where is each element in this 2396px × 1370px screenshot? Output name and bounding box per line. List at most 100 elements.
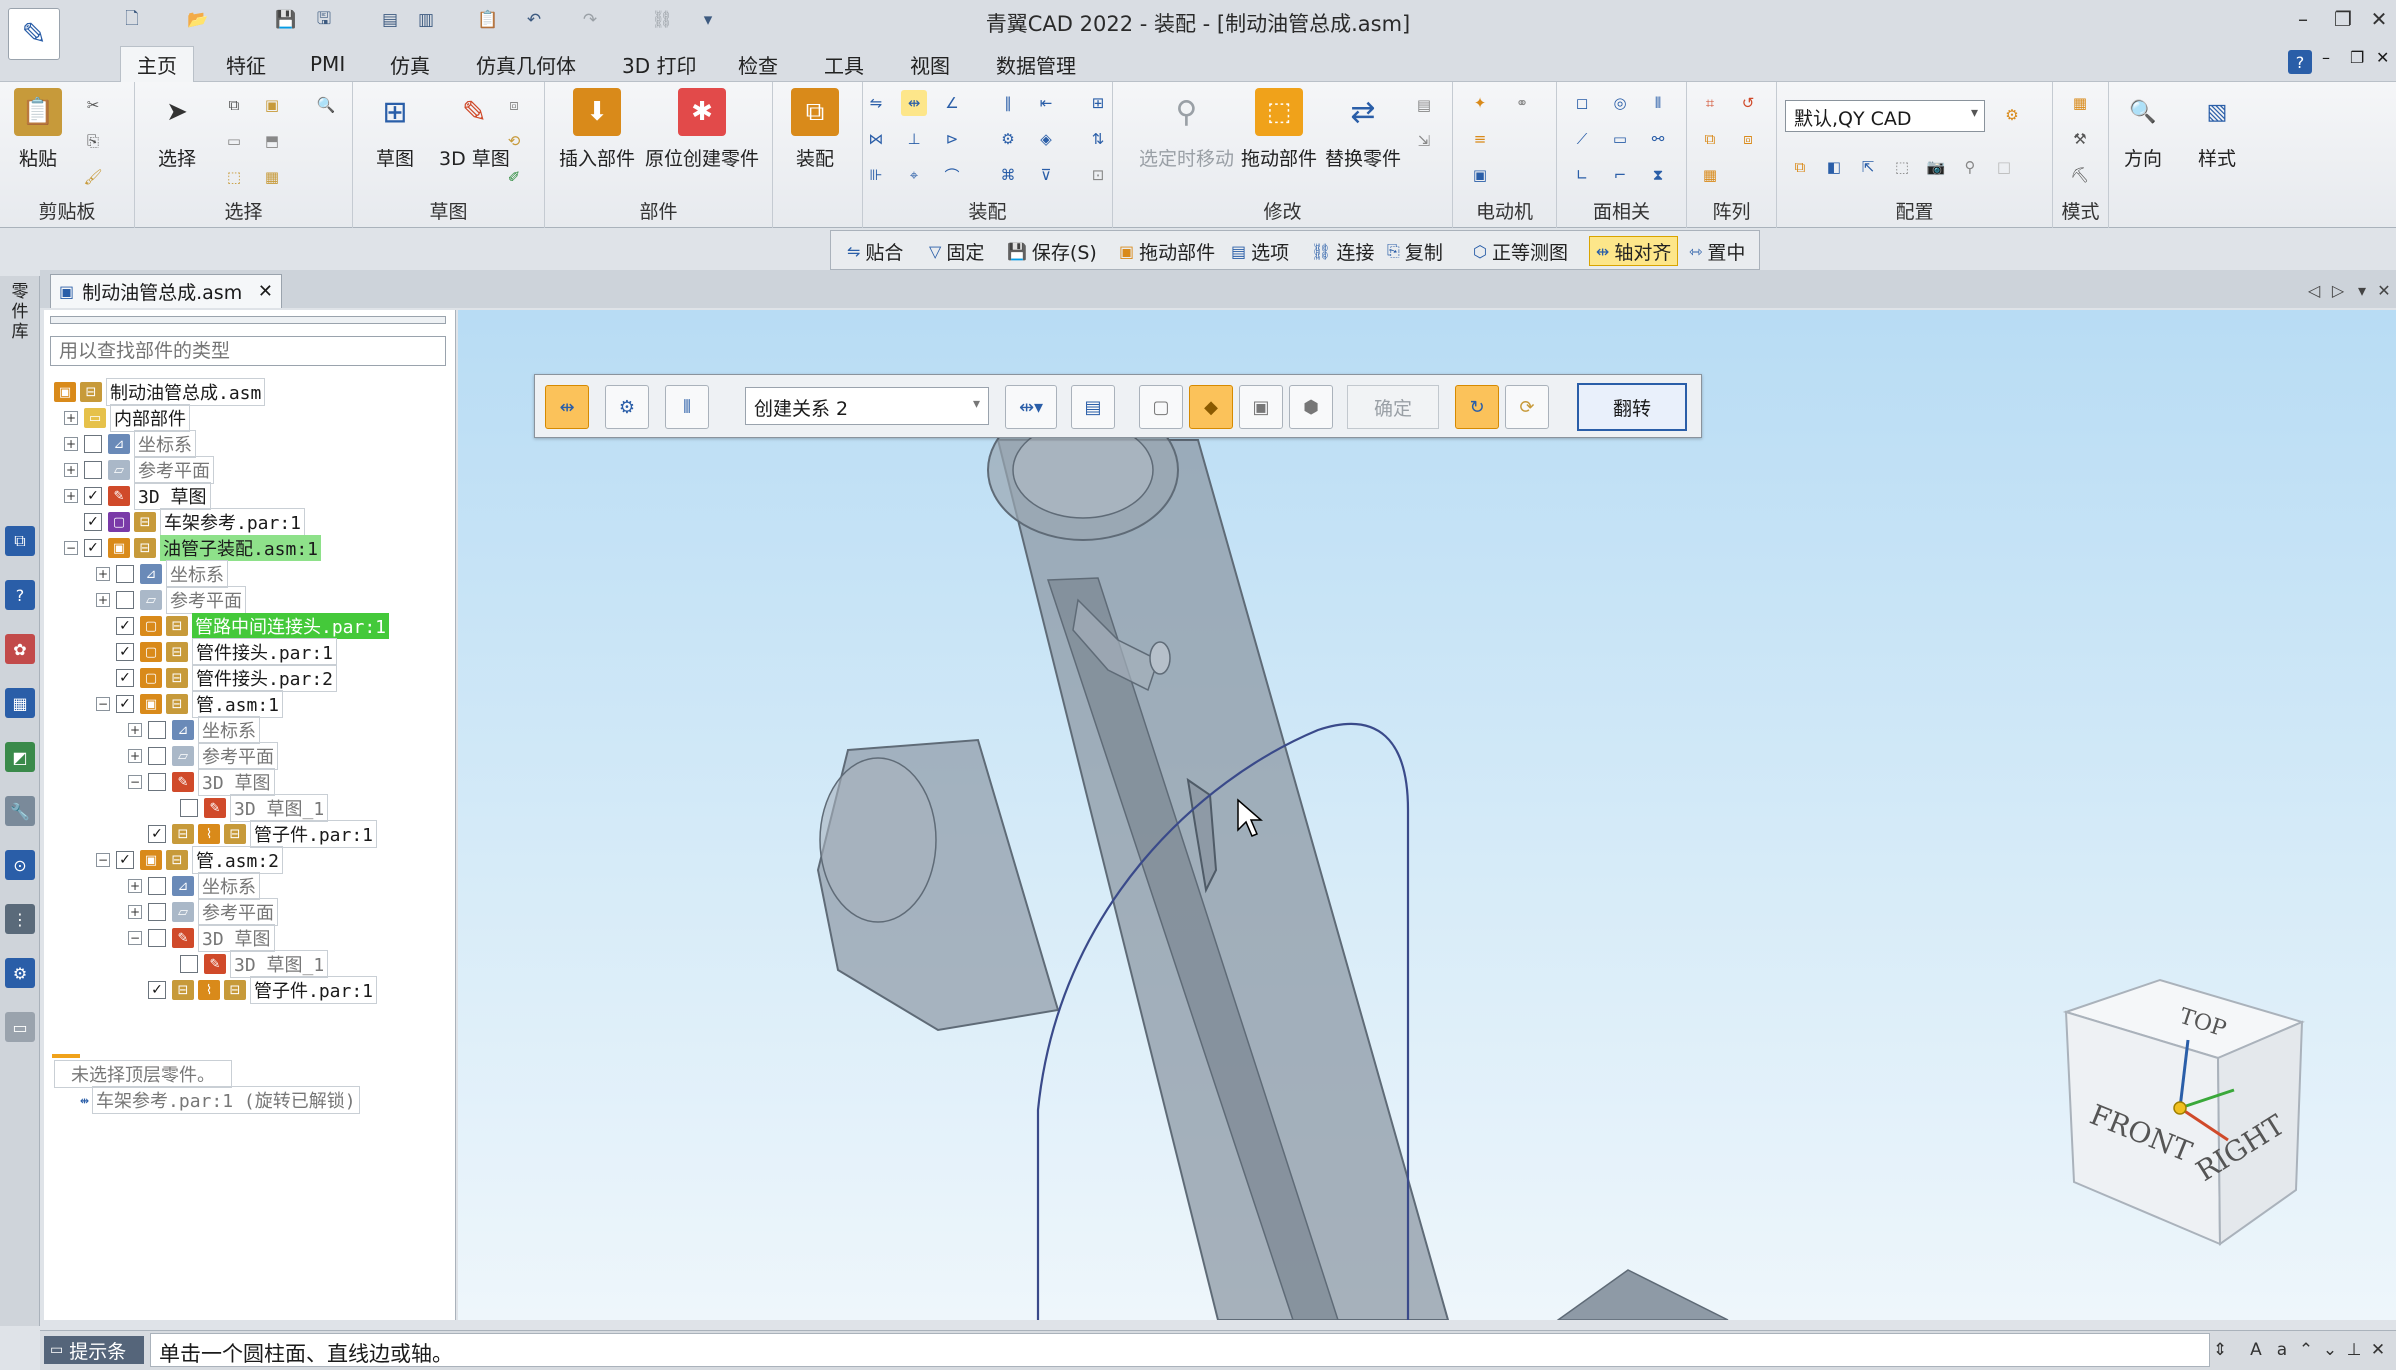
sketch-tool3-icon[interactable]: ✐ [501, 164, 527, 190]
iso-view-command[interactable]: ⬡ 正等测图 [1467, 236, 1574, 266]
select-tools-icon[interactable]: ⬚ [221, 164, 247, 190]
face-tool4-icon[interactable]: ⟋ [1569, 126, 1595, 152]
match-coord-icon[interactable]: ⌖ [901, 162, 927, 188]
visibility-checkbox[interactable] [180, 955, 198, 973]
config-tool4-icon[interactable]: ⬚ [1889, 154, 1915, 180]
sensors-icon[interactable]: ⊙ [5, 850, 35, 880]
sketch-tool1-icon[interactable]: ⧈ [501, 92, 527, 118]
ok-button[interactable]: 确定 [1347, 385, 1439, 429]
tab-pmi[interactable]: PMI [294, 46, 361, 82]
axis-align-mode-button[interactable]: ⇹ [545, 385, 589, 429]
status-close-icon[interactable]: ✕ [2366, 1338, 2390, 1362]
expand-icon[interactable]: + [64, 411, 78, 425]
mount-hole[interactable] [1149, 641, 1171, 675]
status-frame-rotation[interactable]: ⇹ 车架参考.par:1 (旋转已解锁) [80, 1086, 360, 1114]
drag-command[interactable]: ▣ 拖动部件 [1113, 236, 1221, 266]
layers-icon[interactable]: ▦ [5, 688, 35, 718]
gear-rel-icon[interactable]: ⚙ [995, 126, 1021, 152]
tree-p2-coord[interactable]: + ⊿ 坐标系 [128, 872, 260, 900]
tree-connector[interactable]: ✓ ▢ ⊟ 管路中间连接头.par:1 [96, 613, 390, 639]
visibility-checkbox[interactable] [84, 461, 102, 479]
cut-icon[interactable]: ✂ [80, 92, 106, 118]
close-button[interactable]: ✕ [2362, 2, 2396, 36]
visibility-checkbox[interactable]: ✓ [84, 539, 102, 557]
select-group-icon[interactable]: ⬒ [259, 128, 285, 154]
pattern-tool4-icon[interactable]: ⧈ [1735, 126, 1761, 152]
tree-p1-part[interactable]: ✓ ⊟ ⌇ ⊟ 管子件.par:1 [128, 820, 378, 848]
parallel-icon[interactable]: ∥ [995, 90, 1021, 116]
connect-command[interactable]: ⛓ 连接 [1305, 236, 1380, 266]
tab-3d-print[interactable]: 3D 打印 [606, 46, 712, 82]
doc-minimize-icon[interactable]: – [2322, 48, 2330, 67]
tree-p2-sketch[interactable]: − ✎ 3D 草图 [128, 924, 275, 952]
visibility-checkbox[interactable]: ✓ [116, 695, 134, 713]
config-select[interactable]: 默认,QY CAD ▾ [1785, 100, 1985, 132]
relation-helper-icon[interactable]: ⌘ [995, 162, 1021, 188]
relation-lock-icon[interactable]: ⊽ [1033, 162, 1059, 188]
config-edit-icon[interactable]: ⚙ [1999, 102, 2025, 128]
part-search-input[interactable] [50, 336, 446, 366]
move-when-selected-button[interactable]: ⚲ 选定时移动 [1139, 88, 1234, 171]
tree-refplane[interactable]: + ▱ 参考平面 [64, 456, 214, 484]
pattern-icon[interactable]: ⌗ [1697, 90, 1723, 116]
options-command[interactable]: ▤ 选项 [1225, 236, 1295, 266]
paste-button[interactable]: 📋 粘贴 [14, 88, 62, 171]
rotate-flip-button[interactable]: ↻ [1455, 385, 1499, 429]
face-tool2-icon[interactable]: ◎ [1607, 90, 1633, 116]
style-button[interactable]: ▧ 样式 [2193, 88, 2241, 171]
visibility-checkbox[interactable] [148, 721, 166, 739]
tab-prev-icon[interactable]: ◁ [2302, 278, 2326, 302]
copy-command[interactable]: ⎘ 复制 [1381, 236, 1449, 266]
copy-icon[interactable]: ⎘ [80, 128, 106, 154]
font-larger-icon[interactable]: A [2244, 1338, 2268, 1362]
orient-button[interactable]: 🔍 方向 [2119, 88, 2167, 171]
select-part-icon[interactable]: ▦ [259, 164, 285, 190]
tree-pipe2[interactable]: − ✓ ▣ ⊟ 管.asm:2 [96, 846, 284, 874]
distance-icon[interactable]: ⇤ [1033, 90, 1059, 116]
tree-coord[interactable]: + ⊿ 坐标系 [64, 430, 196, 458]
modify-tool1-icon[interactable]: ▤ [1411, 92, 1437, 118]
zoom-select-icon[interactable]: 🔍 [313, 92, 339, 118]
family-icon[interactable]: ✿ [5, 634, 35, 664]
minimize-button[interactable]: – [2286, 2, 2320, 36]
help-icon[interactable]: ? [2288, 50, 2312, 74]
visibility-checkbox[interactable] [116, 591, 134, 609]
select-filter-icon[interactable]: ⧉ [221, 92, 247, 118]
sketch3d-button[interactable]: ✎ 3D 草图 [439, 88, 510, 171]
tree-p2-sketch1[interactable]: ✎ 3D 草图_1 [160, 950, 329, 978]
view-cube[interactable]: TOP FRONT RIGHT [2062, 978, 2305, 1246]
visibility-checkbox[interactable] [148, 877, 166, 895]
mate-command[interactable]: ⇋ 贴合 [841, 236, 909, 266]
collapse-icon[interactable]: − [64, 541, 78, 555]
view-cube-origin[interactable] [2173, 1101, 2187, 1115]
save-command[interactable]: 💾 保存(S) [1001, 236, 1103, 266]
frame-rail[interactable] [996, 439, 1450, 1320]
motor-tool3-icon[interactable]: ▣ [1467, 162, 1493, 188]
insert-rel-icon[interactable]: ⊥ [901, 126, 927, 152]
target-part-step-button[interactable]: ▣ [1239, 385, 1283, 429]
config-tool3-icon[interactable]: ⇱ [1855, 154, 1881, 180]
mate-icon[interactable]: ⇋ [863, 90, 889, 116]
tab-close-all-icon[interactable]: ✕ [2372, 278, 2396, 302]
angle-icon[interactable]: ∠ [939, 90, 965, 116]
fix-command[interactable]: ▽ 固定 [923, 236, 990, 266]
replace-part-button[interactable]: ⇄ 替换零件 [1325, 88, 1401, 171]
font-smaller-icon[interactable]: a [2270, 1338, 2294, 1362]
mirror-icon[interactable]: ↺ [1735, 90, 1761, 116]
dots-icon[interactable]: ⋮ [5, 904, 35, 934]
face-tool1-icon[interactable]: ◻ [1569, 90, 1595, 116]
tangent-icon[interactable]: ⌒ [939, 162, 965, 188]
face-tool7-icon[interactable]: ∟ [1569, 162, 1595, 188]
tree-sketch3d[interactable]: + ✓ ✎ 3D 草图 [64, 482, 211, 510]
relation-more-icon[interactable]: ⊡ [1085, 162, 1111, 188]
settings-icon[interactable]: ⚙ [5, 958, 35, 988]
expand-icon[interactable]: + [128, 905, 142, 919]
expand-icon[interactable]: + [128, 879, 142, 893]
drag-part-button[interactable]: ⬚ 拖动部件 [1241, 88, 1317, 171]
config-tool6-icon[interactable]: ⚲ [1957, 154, 1983, 180]
config-tool7-icon[interactable]: □ [1991, 154, 2017, 180]
visibility-checkbox[interactable]: ✓ [116, 851, 134, 869]
tree-p2-part[interactable]: ✓ ⊟ ⌇ ⊟ 管子件.par:1 [128, 976, 378, 1004]
visibility-checkbox[interactable]: ✓ [116, 643, 134, 661]
offset-type-button[interactable]: ⇹▾ [1005, 385, 1057, 429]
